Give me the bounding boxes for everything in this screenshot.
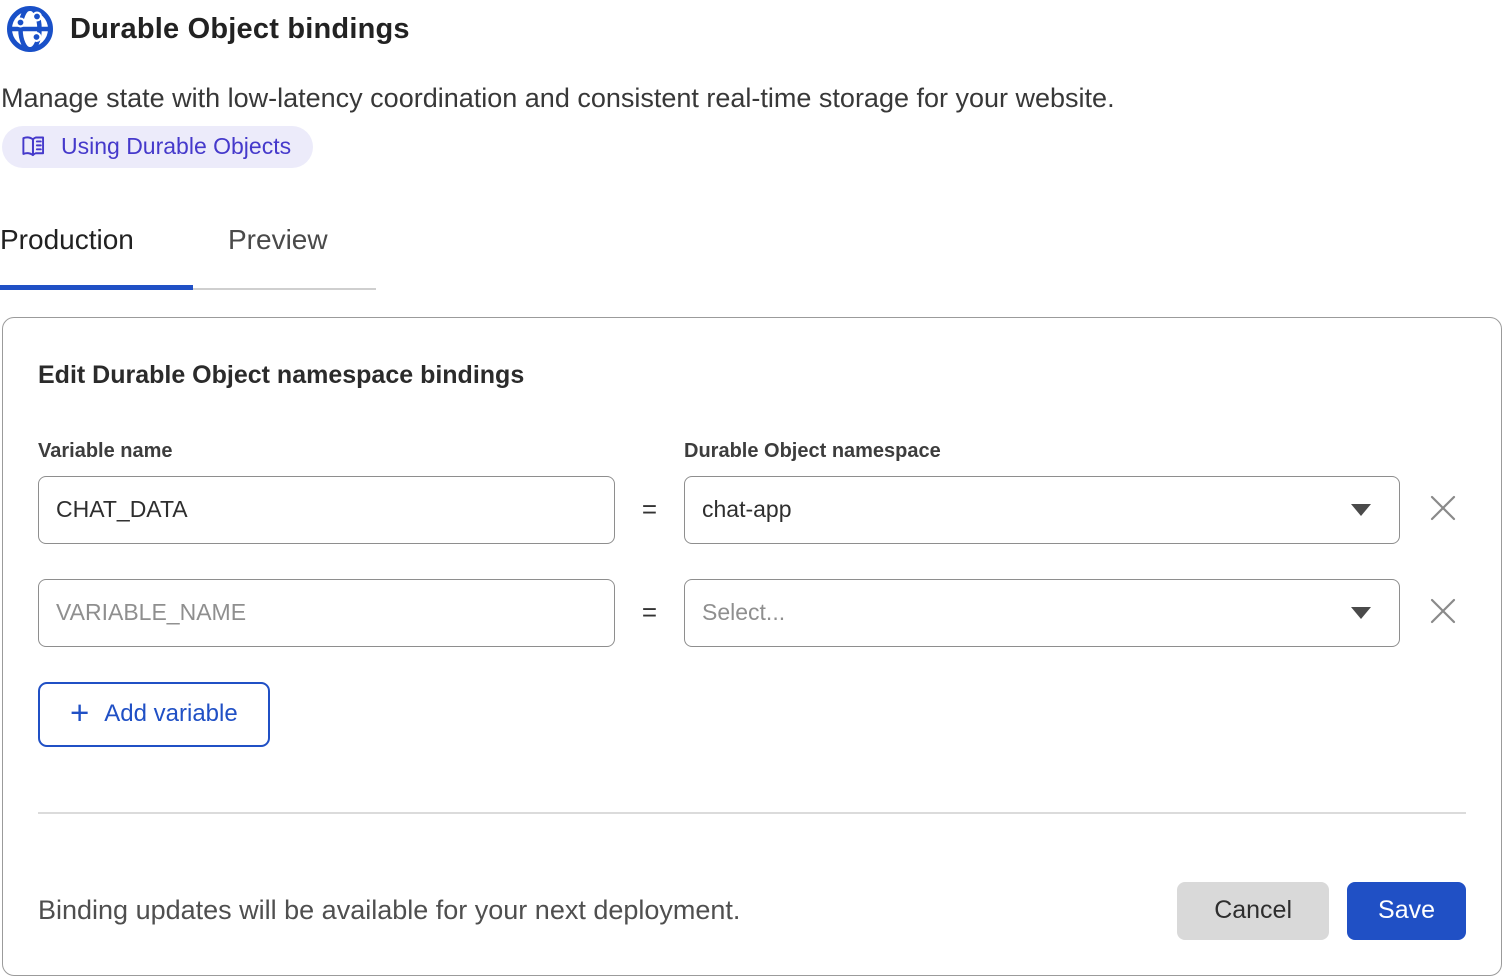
card-heading: Edit Durable Object namespace bindings: [38, 360, 1466, 391]
add-variable-label: Add variable: [104, 700, 237, 728]
page-title: Durable Object bindings: [70, 13, 410, 46]
namespace-select[interactable]: Select...: [684, 579, 1400, 647]
cancel-button[interactable]: Cancel: [1177, 882, 1329, 940]
namespace-select-value: Select...: [702, 599, 1351, 626]
variable-name-column-label: Variable name: [38, 439, 615, 463]
add-variable-button[interactable]: + Add variable: [38, 682, 270, 747]
binding-row: = Select...: [38, 579, 1466, 647]
bindings-card: Edit Durable Object namespace bindings V…: [2, 317, 1502, 976]
namespace-column-label: Durable Object namespace: [684, 439, 1400, 463]
namespace-select[interactable]: chat-app: [684, 476, 1400, 544]
divider: [38, 812, 1466, 814]
footer-buttons: Cancel Save: [1177, 882, 1466, 940]
close-icon: [1427, 492, 1459, 527]
tab-preview[interactable]: Preview: [193, 224, 376, 290]
using-durable-objects-label: Using Durable Objects: [61, 133, 291, 160]
remove-binding-button[interactable]: [1422, 489, 1464, 531]
using-durable-objects-link[interactable]: Using Durable Objects: [2, 126, 313, 168]
tab-production[interactable]: Production: [0, 224, 193, 290]
close-icon: [1427, 595, 1459, 630]
durable-objects-globe-icon: [6, 5, 54, 53]
environment-tabs: Production Preview: [0, 224, 376, 290]
save-button[interactable]: Save: [1347, 882, 1466, 940]
namespace-select-value: chat-app: [702, 496, 1351, 523]
equals-sign: =: [615, 494, 684, 525]
page-header: Durable Object bindings: [0, 0, 1504, 53]
chevron-down-icon: [1351, 504, 1371, 516]
variable-name-input[interactable]: [38, 476, 615, 544]
variable-name-input[interactable]: [38, 579, 615, 647]
deployment-note: Binding updates will be available for yo…: [38, 895, 1177, 926]
card-footer: Binding updates will be available for yo…: [38, 882, 1466, 940]
column-labels: Variable name Durable Object namespace: [38, 439, 1466, 463]
page-description: Manage state with low-latency coordinati…: [1, 82, 1504, 116]
binding-row: = chat-app: [38, 476, 1466, 544]
open-book-icon: [20, 133, 47, 160]
chevron-down-icon: [1351, 607, 1371, 619]
equals-sign: =: [615, 597, 684, 628]
plus-icon: +: [70, 696, 89, 729]
remove-binding-button[interactable]: [1422, 592, 1464, 634]
